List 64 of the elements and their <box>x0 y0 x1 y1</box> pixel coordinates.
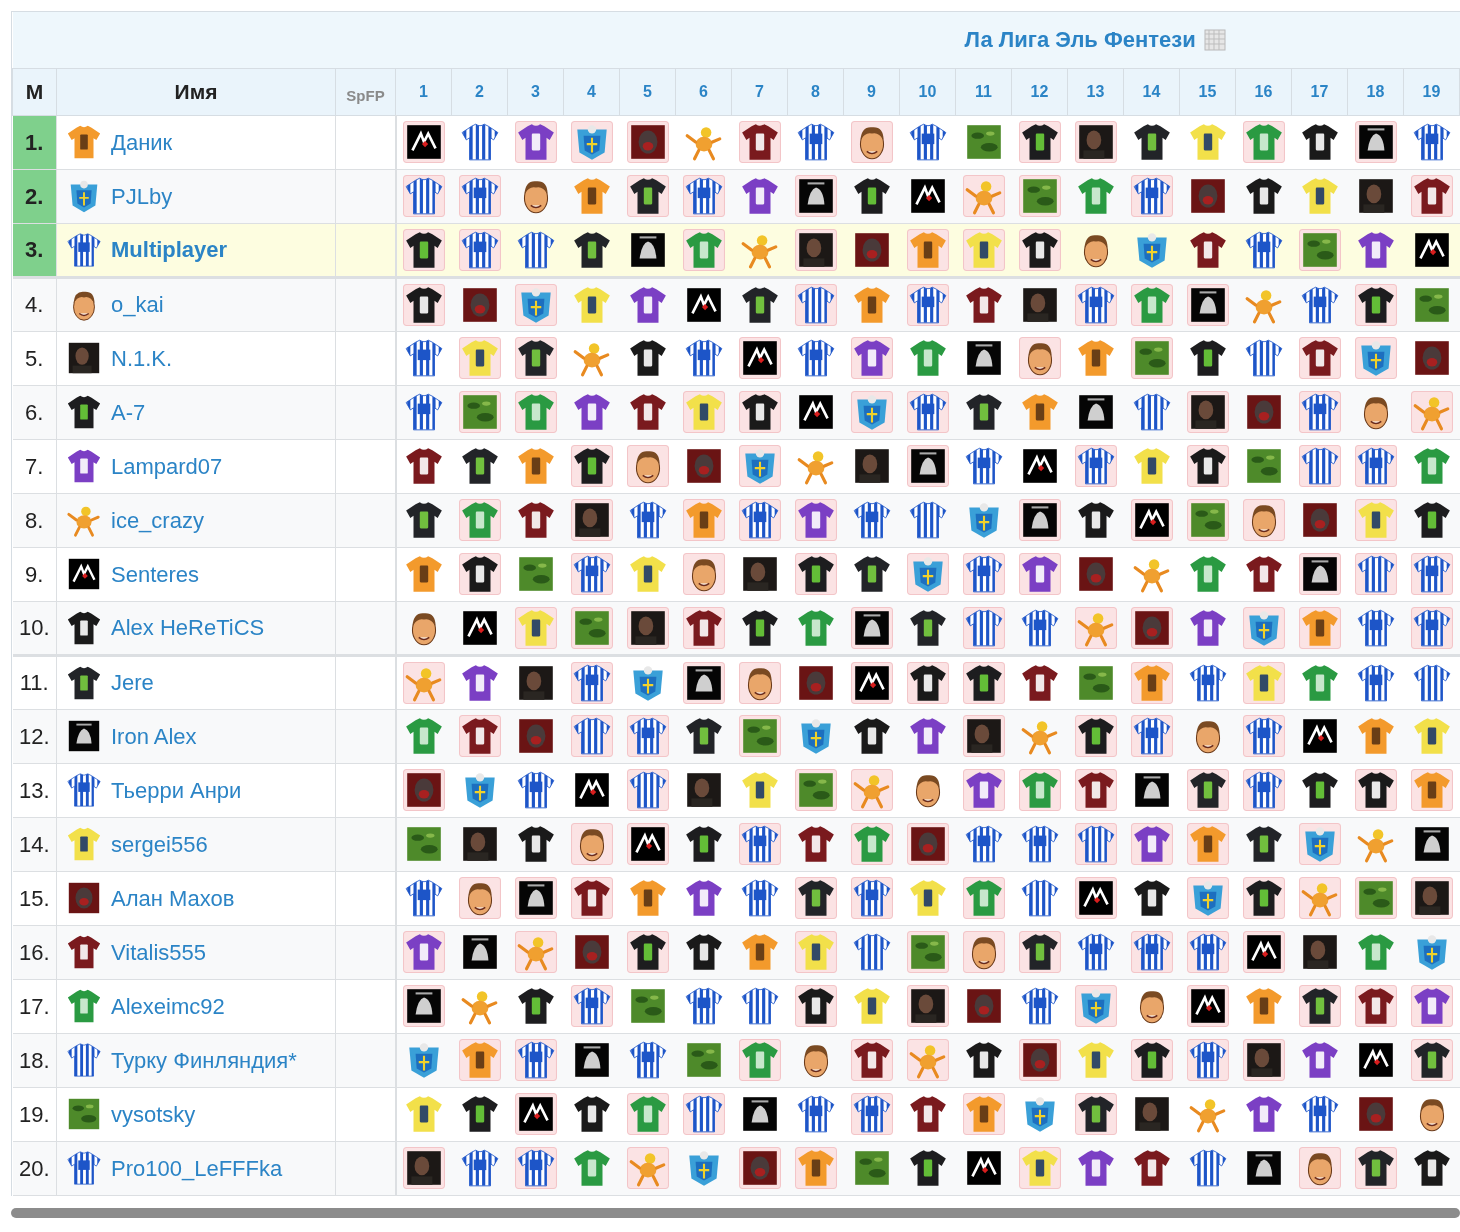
round-number[interactable]: 2 <box>475 82 484 100</box>
rank-header: М <box>25 79 44 103</box>
player-name-link[interactable]: Multiplayer <box>111 233 228 266</box>
round-number[interactable]: 10 <box>918 82 937 100</box>
round-number[interactable]: 6 <box>699 82 708 100</box>
league-title[interactable]: Ла Лига Эль Фентези <box>964 23 1196 57</box>
round-number[interactable]: 15 <box>1198 82 1217 100</box>
rank-cell: 11. <box>12 655 57 709</box>
rank-cell: 13. <box>12 763 57 817</box>
rank-cell: 12. <box>12 709 57 763</box>
rank-cell: 19. <box>12 1087 57 1141</box>
round-number[interactable]: 1 <box>419 82 428 100</box>
player-name-link[interactable]: Alexeimc92 <box>111 989 225 1023</box>
rank-cell: 15. <box>12 871 57 925</box>
player-name-link[interactable]: Senteres <box>111 557 200 591</box>
player-name-link[interactable]: PJLby <box>111 179 173 213</box>
horizontal-scrollbar[interactable] <box>11 1207 1460 1218</box>
player-name-link[interactable]: Турку Финляндия* <box>111 1043 297 1077</box>
round-number[interactable]: 4 <box>587 82 596 100</box>
round-number[interactable]: 11 <box>975 82 992 100</box>
player-name-link[interactable]: o_kai <box>111 288 164 321</box>
rank-cell: 4. <box>12 277 57 331</box>
rank-cell: 9. <box>12 547 57 601</box>
rank-cell: 16. <box>12 925 57 979</box>
rank-cell: 6. <box>12 385 57 439</box>
player-name-link[interactable]: Alex HeReTiCS <box>111 611 265 644</box>
round-number[interactable]: 8 <box>811 82 820 100</box>
player-name-link[interactable]: sergei556 <box>111 827 208 861</box>
name-header: Имя <box>174 79 218 103</box>
round-number[interactable]: 13 <box>1086 82 1105 100</box>
rank-cell: 8. <box>12 493 57 547</box>
round-number[interactable]: 9 <box>867 82 876 100</box>
rank-cell: 1. <box>12 115 57 169</box>
rank-cell: 5. <box>12 331 57 385</box>
rank-cell: 3. <box>12 223 57 277</box>
points-header: SpFP <box>346 86 385 104</box>
player-name-link[interactable]: vysotsky <box>111 1097 196 1131</box>
round-number[interactable]: 18 <box>1366 82 1385 100</box>
player-name-link[interactable]: N.1.K. <box>111 341 173 375</box>
rank-cell: 7. <box>12 439 57 493</box>
round-number[interactable]: 16 <box>1254 82 1273 100</box>
player-name-link[interactable]: Vitalis555 <box>111 935 206 969</box>
rank-cell: 17. <box>12 979 57 1033</box>
player-name-link[interactable]: Pro100_LeFFFka <box>111 1151 283 1185</box>
round-number[interactable]: 17 <box>1310 82 1329 100</box>
player-name-link[interactable]: Алан Махов <box>111 881 235 915</box>
player-name-link[interactable]: Jere <box>111 666 154 699</box>
player-name-link[interactable]: A-7 <box>111 395 146 429</box>
rank-cell: 2. <box>12 169 57 223</box>
player-name-link[interactable]: Iron Alex <box>111 719 197 753</box>
player-name-link[interactable]: ice_crazy <box>111 503 204 537</box>
round-number[interactable]: 12 <box>1030 82 1049 100</box>
round-number[interactable]: 7 <box>755 82 764 100</box>
player-name-link[interactable]: Тьерри Анри <box>111 773 242 807</box>
round-number[interactable]: 3 <box>531 82 540 100</box>
player-name-link[interactable]: Даник <box>111 125 173 159</box>
rank-cell: 10. <box>12 601 57 655</box>
rank-cell: 20. <box>12 1141 57 1195</box>
round-number[interactable]: 14 <box>1142 82 1161 100</box>
round-number[interactable]: 19 <box>1422 82 1441 100</box>
round-number[interactable]: 5 <box>643 82 652 100</box>
rank-cell: 18. <box>12 1033 57 1087</box>
rank-cell: 14. <box>12 817 57 871</box>
player-name-link[interactable]: Lampard07 <box>111 449 223 483</box>
